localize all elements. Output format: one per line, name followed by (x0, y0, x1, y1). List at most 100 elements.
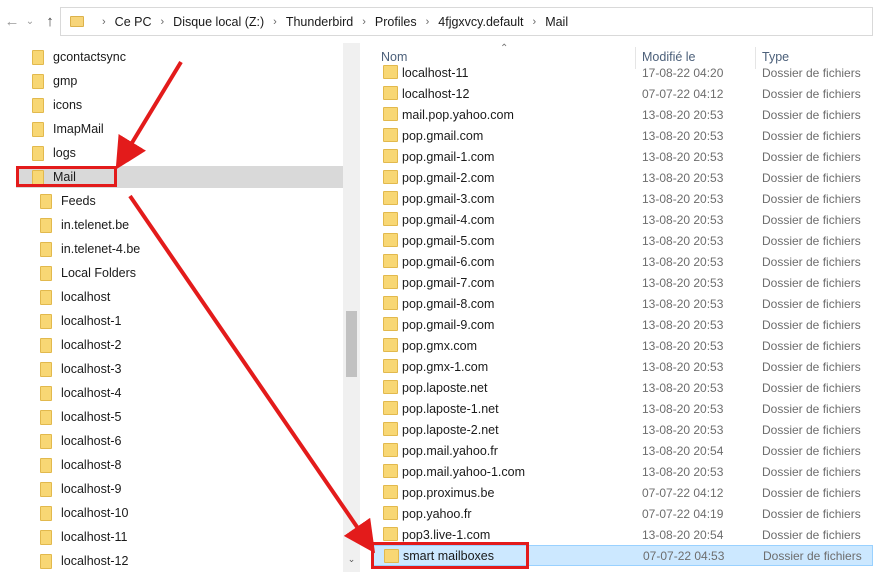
breadcrumb-separator-icon[interactable]: › (533, 16, 537, 28)
file-row[interactable]: pop.gmail-1.com 13-08-20 20:53 Dossier de … (372, 146, 873, 167)
scroll-down-icon[interactable]: ⌄ (343, 552, 360, 566)
file-name: pop.gmx-1.com (402, 359, 489, 374)
breadcrumb-separator-icon[interactable]: › (102, 16, 106, 28)
breadcrumb-item[interactable]: Disque local (Z:) (173, 15, 264, 29)
file-row[interactable]: pop.gmx-1.com 13-08-20 20:53 Dossier de fi… (372, 356, 873, 377)
file-row[interactable]: pop.mail.yahoo-1.com 13-08-20 20:53 Dossie… (372, 461, 873, 482)
nav-item[interactable]: Local Folders (40, 262, 343, 284)
breadcrumb-separator-icon[interactable]: › (426, 16, 430, 28)
breadcrumb: › Ce PC › Disque local (Z:) › Thunderbird › Pro… (93, 15, 568, 29)
file-type: Dossier de fichiers (762, 464, 861, 479)
nav-item[interactable]: localhost-1 (40, 310, 343, 332)
nav-item[interactable]: localhost (40, 286, 343, 308)
file-row[interactable]: pop.gmail-8.com 13-08-20 20:53 Dossier de … (372, 293, 873, 314)
nav-item[interactable]: localhost-5 (40, 406, 343, 428)
nav-item[interactable]: ImapMail (32, 118, 343, 140)
file-row[interactable]: localhost-12 07-07-22 04:12 Dossier de fic… (372, 83, 873, 104)
nav-item-label: localhost-3 (61, 362, 122, 376)
nav-item[interactable]: localhost-6 (40, 430, 343, 452)
file-row[interactable]: pop.mail.yahoo.fr 13-08-20 20:54 Dossier d… (372, 440, 873, 461)
file-type: Dossier de fichiers (762, 170, 861, 185)
nav-item[interactable]: localhost-12 (40, 550, 343, 572)
file-modified-date: 17-08-22 04:20 (642, 65, 724, 80)
folder-icon (383, 149, 398, 163)
file-row[interactable]: pop.gmail-2.com 13-08-20 20:53 Dossier de … (372, 167, 873, 188)
folder-icon (40, 505, 52, 521)
file-row[interactable]: pop.laposte-1.net 13-08-20 20:53 Dossier d… (372, 398, 873, 419)
file-type: Dossier de fichiers (762, 149, 861, 164)
file-row[interactable]: pop.gmail-3.com 13-08-20 20:53 Dossier de … (372, 188, 873, 209)
file-type: Dossier de fichiers (762, 485, 861, 500)
file-row[interactable]: localhost-11 17-08-22 04:20 Dossier de fic… (372, 62, 873, 83)
folder-icon (32, 145, 44, 161)
folder-icon (40, 313, 52, 329)
file-row[interactable]: pop.gmail-7.com 13-08-20 20:53 Dossier de … (372, 272, 873, 293)
nav-item[interactable]: localhost-8 (40, 454, 343, 476)
file-type: Dossier de fichiers (762, 128, 861, 143)
breadcrumb-item[interactable]: 4fjgxvcy.default (438, 15, 523, 29)
file-modified-date: 13-08-20 20:53 (642, 191, 724, 206)
breadcrumb-item[interactable]: Mail (545, 15, 568, 29)
chevron-down-icon: ⌄ (25, 15, 35, 27)
file-row[interactable]: pop.gmail-6.com 13-08-20 20:53 Dossier de … (372, 251, 873, 272)
file-type: Dossier de fichiers (762, 254, 861, 269)
file-modified-date: 07-07-22 04:19 (642, 506, 724, 521)
nav-item[interactable]: icons (32, 94, 343, 116)
breadcrumb-separator-icon[interactable]: › (362, 16, 366, 28)
nav-item-label: ImapMail (53, 122, 104, 136)
nav-item[interactable]: localhost-9 (40, 478, 343, 500)
file-name: pop3.live-1.com (402, 527, 491, 542)
nav-item-label: Local Folders (61, 266, 137, 280)
folder-icon (383, 359, 398, 373)
back-button[interactable]: ← (4, 10, 20, 32)
nav-item[interactable]: localhost-3 (40, 358, 343, 380)
breadcrumb-item[interactable]: Ce PC (115, 15, 152, 29)
nav-item[interactable]: in.telenet-4.be (40, 238, 343, 260)
file-row[interactable]: pop.laposte.net 13-08-20 20:53 Dossier de … (372, 377, 873, 398)
nav-item[interactable]: gcontactsync (32, 46, 343, 68)
file-row[interactable]: pop.gmx.com 13-08-20 20:53 Dossier de fich… (372, 335, 873, 356)
folder-icon (32, 49, 44, 65)
nav-item[interactable]: localhost-11 (40, 526, 343, 548)
file-row[interactable]: pop.gmail-5.com 13-08-20 20:53 Dossier de … (372, 230, 873, 251)
up-arrow-icon: ↑ (46, 12, 54, 30)
file-type: Dossier de fichiers (763, 548, 862, 563)
nav-item[interactable]: Feeds (40, 190, 343, 212)
smart-mailboxes-highlight-box (371, 542, 529, 569)
nav-item[interactable]: in.telenet.be (40, 214, 343, 236)
breadcrumb-item[interactable]: Thunderbird (286, 15, 353, 29)
breadcrumb-separator-icon[interactable]: › (273, 16, 277, 28)
nav-item[interactable]: gmp (32, 70, 343, 92)
nav-item[interactable]: logs (32, 142, 343, 164)
file-row[interactable]: mail.pop.yahoo.com 13-08-20 20:53 Dossier … (372, 104, 873, 125)
file-row[interactable]: pop.proximus.be 07-07-22 04:12 Dossier de … (372, 482, 873, 503)
file-modified-date: 13-08-20 20:53 (642, 107, 724, 122)
recent-locations-button[interactable]: ⌄ (22, 10, 38, 32)
file-name: mail.pop.yahoo.com (402, 107, 514, 122)
scrollbar-thumb[interactable] (346, 311, 357, 377)
file-type: Dossier de fichiers (762, 86, 861, 101)
file-name: pop.gmail-4.com (402, 212, 495, 227)
file-row[interactable]: pop.gmail-4.com 13-08-20 20:53 Dossier de … (372, 209, 873, 230)
file-row[interactable]: pop.laposte-2.net 13-08-20 20:53 Dossier d… (372, 419, 873, 440)
folder-icon (383, 254, 398, 268)
file-modified-date: 13-08-20 20:53 (642, 296, 724, 311)
file-type: Dossier de fichiers (762, 317, 861, 332)
nav-item-label: localhost (61, 290, 111, 304)
address-bar[interactable]: › Ce PC › Disque local (Z:) › Thunderbird › Pro… (60, 7, 873, 36)
breadcrumb-item[interactable]: Profiles (375, 15, 417, 29)
breadcrumb-separator-icon[interactable]: › (161, 16, 165, 28)
file-name: pop.gmail-2.com (402, 170, 495, 185)
file-row[interactable]: pop.gmail-9.com 13-08-20 20:53 Dossier de … (372, 314, 873, 335)
nav-item[interactable]: localhost-4 (40, 382, 343, 404)
folder-icon (383, 212, 398, 226)
folder-icon (383, 464, 398, 478)
navigation-scrollbar[interactable] (343, 43, 360, 572)
file-row[interactable]: pop.gmail.com 13-08-20 20:53 Dossier de fi… (372, 125, 873, 146)
navigation-bar: ← ⌄ ↑ › Ce PC › Disque local (Z:) › Thunderbi… (0, 0, 873, 43)
file-modified-date: 13-08-20 20:53 (642, 317, 724, 332)
file-row[interactable]: pop.yahoo.fr 07-07-22 04:19 Dossier de fic… (372, 503, 873, 524)
nav-item[interactable]: localhost-10 (40, 502, 343, 524)
up-button[interactable]: ↑ (42, 10, 58, 32)
nav-item[interactable]: localhost-2 (40, 334, 343, 356)
